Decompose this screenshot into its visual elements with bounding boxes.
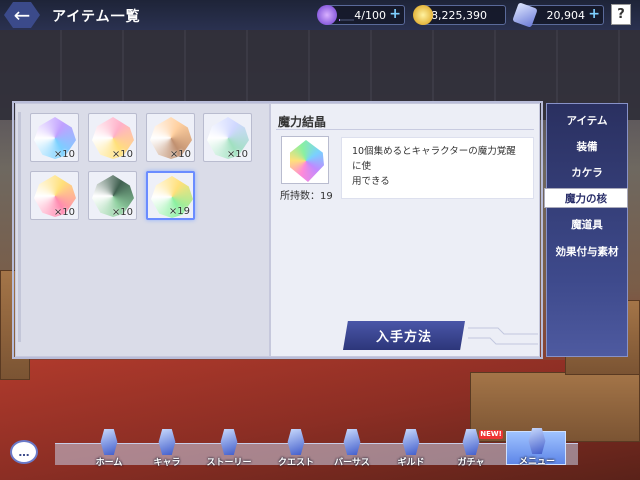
chat-button[interactable]: …: [10, 440, 38, 464]
nav-label: ホーム: [95, 458, 123, 468]
nav-item[interactable]: ギルド: [381, 427, 441, 468]
item-count: ×10: [226, 149, 248, 160]
nav-label: ギルド: [397, 458, 425, 468]
crystal-value: 20,904: [546, 8, 586, 22]
nav-item[interactable]: ホーム: [79, 427, 139, 468]
crystal-counter[interactable]: 20,904 +: [512, 2, 604, 28]
guild-shield-icon: [402, 429, 420, 455]
category-tab[interactable]: 魔力の核: [544, 188, 628, 208]
nav-item[interactable]: バーサス: [322, 427, 382, 468]
nav-item[interactable]: ストーリー: [199, 427, 259, 468]
item-slot[interactable]: ×10: [30, 113, 79, 162]
versus-swords-icon: [343, 429, 361, 455]
chat-bubble-icon: …: [18, 446, 30, 459]
add-crystal-button[interactable]: +: [588, 6, 600, 22]
item-slot[interactable]: ×10: [203, 113, 252, 162]
nav-label: ガチャ: [457, 458, 485, 468]
purple-flame-icon: [317, 5, 337, 25]
back-button[interactable]: ←: [4, 2, 40, 28]
home-tower-icon: [100, 429, 118, 455]
nav-item[interactable]: クエスト: [266, 427, 326, 468]
item-slot[interactable]: ×19: [146, 171, 195, 220]
category-tab[interactable]: カケラ: [546, 162, 628, 182]
crystal-icon: [512, 2, 538, 28]
nav-label: クエスト: [277, 458, 314, 468]
item-count: ×10: [53, 149, 75, 160]
nav-label: メニュー: [518, 457, 555, 467]
stamina-bar-fill: [339, 19, 340, 21]
page-title: アイテム一覧: [52, 9, 141, 25]
item-name: 魔力結晶: [278, 115, 327, 129]
item-slot[interactable]: ×10: [30, 171, 79, 220]
menu-icon: [528, 428, 546, 454]
nav-item[interactable]: メニュー: [506, 428, 566, 467]
item-slot[interactable]: ×10: [146, 113, 195, 162]
quest-sword-icon: [287, 429, 305, 455]
item-count: ×10: [169, 149, 191, 160]
category-tab[interactable]: アイテム: [546, 110, 628, 130]
description-line: 用できる: [352, 176, 390, 187]
story-book-icon: [220, 429, 238, 455]
new-badge: NEW!: [479, 430, 503, 439]
stamina-value: 4/100: [354, 8, 386, 22]
nav-item[interactable]: キャラ: [137, 427, 197, 468]
stamina-bar: [339, 19, 354, 21]
add-stamina-button[interactable]: +: [389, 6, 401, 22]
category-tab[interactable]: 装備: [546, 136, 628, 156]
circuit-decoration: [468, 327, 538, 345]
coin-value: 28,225,390: [424, 8, 487, 22]
item-slot[interactable]: ×10: [88, 113, 137, 162]
nav-label: バーサス: [334, 458, 370, 468]
how-to-obtain-button[interactable]: 入手方法: [343, 321, 465, 350]
stamina-counter[interactable]: 4/100 +: [317, 5, 405, 25]
item-count: ×19: [168, 206, 190, 217]
category-tab[interactable]: 魔道具: [546, 214, 628, 234]
magic-crystal-icon: [290, 140, 324, 182]
category-tab[interactable]: 効果付与素材: [546, 241, 628, 261]
item-count: ×10: [53, 207, 75, 218]
item-detail-icon: [281, 136, 329, 184]
description-line: 10個集めるとキャラクターの魔力覚醒に使: [352, 146, 516, 172]
coin-counter[interactable]: 28,225,390: [413, 5, 506, 25]
nav-label: キャラ: [153, 458, 181, 468]
gold-coin-icon: [413, 5, 433, 25]
owned-count: 所持数：19: [280, 191, 333, 202]
top-bar: ← アイテム一覧 4/100 + 28,225,390 20,904 + ?: [0, 0, 640, 30]
character-icon: [158, 429, 176, 455]
detail-divider: [276, 129, 534, 130]
item-count: ×10: [111, 149, 133, 160]
item-count: ×10: [111, 207, 133, 218]
item-grid-scrollbar[interactable]: [18, 112, 21, 342]
item-description: 10個集めるとキャラクターの魔力覚醒に使 用できる: [341, 137, 534, 199]
arrow-left-icon: ←: [13, 3, 31, 27]
help-button[interactable]: ?: [611, 4, 631, 25]
nav-label: ストーリー: [206, 458, 252, 468]
item-slot[interactable]: ×10: [88, 171, 137, 220]
